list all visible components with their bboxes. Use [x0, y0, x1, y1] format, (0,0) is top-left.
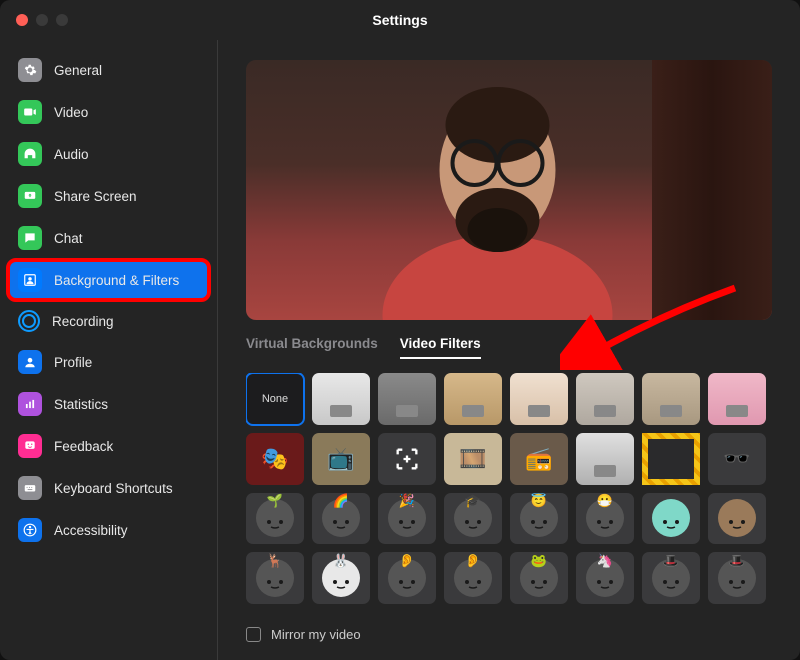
share-screen-icon [18, 184, 42, 208]
filter-tile[interactable] [510, 373, 568, 425]
sidebar-item-share-screen[interactable]: Share Screen [8, 176, 209, 216]
headphones-icon [18, 142, 42, 166]
sidebar-item-label: Profile [54, 355, 92, 370]
sidebar-item-statistics[interactable]: Statistics [8, 384, 209, 424]
sidebar-item-label: Video [54, 105, 88, 120]
filter-tile[interactable] [708, 493, 766, 545]
sidebar-item-video[interactable]: Video [8, 92, 209, 132]
feedback-icon [18, 434, 42, 458]
filter-tile[interactable]: 🌈 [312, 493, 370, 545]
sidebar-item-label: Keyboard Shortcuts [54, 481, 173, 496]
filter-tile[interactable]: 🌱 [246, 493, 304, 545]
filter-tile[interactable]: 😷 [576, 493, 634, 545]
filter-tile[interactable]: 🦄 [576, 552, 634, 604]
filter-tile[interactable]: 👂 [378, 552, 436, 604]
keyboard-icon [18, 476, 42, 500]
main-panel: Virtual Backgrounds Video Filters None 🎭📺… [218, 40, 800, 660]
video-preview [246, 60, 772, 320]
sidebar-item-label: Accessibility [54, 523, 128, 538]
filter-tile[interactable] [642, 433, 700, 485]
sidebar-item-label: Feedback [54, 439, 113, 454]
tab-video-filters[interactable]: Video Filters [400, 336, 481, 359]
chat-icon [18, 226, 42, 250]
filter-tile[interactable]: 🎩 [708, 552, 766, 604]
filter-tabs: Virtual Backgrounds Video Filters [246, 336, 772, 359]
sidebar-item-audio[interactable]: Audio [8, 134, 209, 174]
sidebar-item-profile[interactable]: Profile [8, 342, 209, 382]
filter-tile[interactable] [708, 373, 766, 425]
filter-tile[interactable]: 🎭 [246, 433, 304, 485]
sidebar-item-label: Audio [54, 147, 89, 162]
filter-tile[interactable]: 🎓 [444, 493, 502, 545]
sidebar-item-label: Share Screen [54, 189, 137, 204]
filters-grid: None🎭📺🎞️📻🕶️🌱🌈🎉🎓😇😷🦌🐰👂👂🐸🦄🎩🎩 [246, 373, 766, 604]
person-frame-icon [18, 268, 42, 292]
mirror-video-row: Mirror my video [246, 627, 772, 642]
filter-tile[interactable] [642, 493, 700, 545]
tab-virtual-backgrounds[interactable]: Virtual Backgrounds [246, 336, 378, 359]
filter-tile[interactable] [378, 433, 436, 485]
filter-tile[interactable]: 🎉 [378, 493, 436, 545]
preview-person [383, 75, 613, 320]
sidebar-item-keyboard-shortcuts[interactable]: Keyboard Shortcuts [8, 468, 209, 508]
filter-tile[interactable] [576, 373, 634, 425]
filter-tile[interactable]: None [246, 373, 304, 425]
sidebar-item-recording[interactable]: Recording [8, 302, 209, 340]
sidebar-item-chat[interactable]: Chat [8, 218, 209, 258]
filters-scroll-area[interactable]: None🎭📺🎞️📻🕶️🌱🌈🎉🎓😇😷🦌🐰👂👂🐸🦄🎩🎩 [246, 373, 772, 613]
filter-tile[interactable]: 🎞️ [444, 433, 502, 485]
mirror-video-label: Mirror my video [271, 627, 361, 642]
sidebar-item-accessibility[interactable]: Accessibility [8, 510, 209, 550]
window-body: General Video Audio Share [0, 40, 800, 660]
filter-tile[interactable]: 📺 [312, 433, 370, 485]
sidebar-item-feedback[interactable]: Feedback [8, 426, 209, 466]
filter-tile[interactable] [312, 373, 370, 425]
minimize-window-button[interactable] [36, 14, 48, 26]
sidebar-item-label: Statistics [54, 397, 108, 412]
statistics-icon [18, 392, 42, 416]
sidebar-item-background-filters[interactable]: Background & Filters [8, 260, 209, 300]
sidebar-item-label: Background & Filters [54, 273, 179, 288]
sidebar-item-general[interactable]: General [8, 50, 209, 90]
filter-tile[interactable] [378, 373, 436, 425]
filter-tile[interactable]: 🐸 [510, 552, 568, 604]
sidebar-item-label: General [54, 63, 102, 78]
window-title: Settings [0, 12, 800, 28]
settings-window: Settings General Video [0, 0, 800, 660]
close-window-button[interactable] [16, 14, 28, 26]
filter-tile[interactable]: 🦌 [246, 552, 304, 604]
preview-background-element [652, 60, 772, 320]
mirror-video-checkbox[interactable] [246, 627, 261, 642]
filter-tile[interactable] [444, 373, 502, 425]
gear-icon [18, 58, 42, 82]
filter-tile[interactable]: 🕶️ [708, 433, 766, 485]
filter-tile[interactable]: 👂 [444, 552, 502, 604]
recording-icon [18, 310, 40, 332]
traffic-lights [16, 14, 68, 26]
filter-tile[interactable] [576, 433, 634, 485]
sidebar: General Video Audio Share [0, 40, 218, 660]
filter-tile[interactable]: 😇 [510, 493, 568, 545]
filter-tile[interactable] [642, 373, 700, 425]
titlebar: Settings [0, 0, 800, 40]
filter-tile[interactable]: 📻 [510, 433, 568, 485]
filter-tile[interactable]: 🐰 [312, 552, 370, 604]
sidebar-item-label: Chat [54, 231, 83, 246]
maximize-window-button[interactable] [56, 14, 68, 26]
profile-icon [18, 350, 42, 374]
video-icon [18, 100, 42, 124]
sidebar-item-label: Recording [52, 314, 114, 329]
filter-tile[interactable]: 🎩 [642, 552, 700, 604]
accessibility-icon [18, 518, 42, 542]
